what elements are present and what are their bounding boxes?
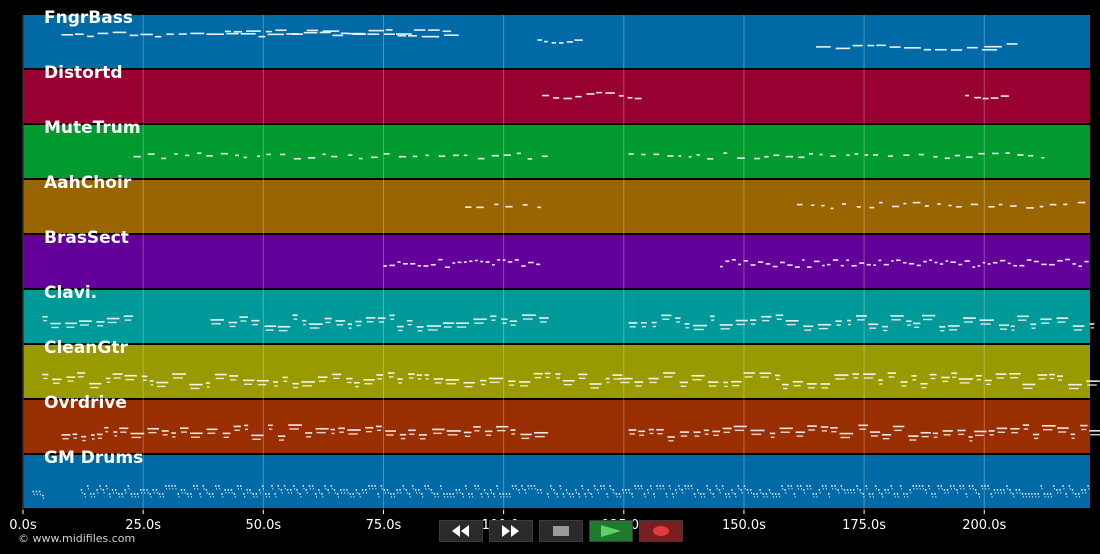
track-label: GM Drums (44, 448, 143, 468)
axis-tick-label: 200.0s (962, 518, 1006, 533)
axis-tick-label: 25.0s (125, 518, 161, 533)
track-label: MuteTrum (44, 118, 141, 138)
fast-forward-icon (502, 525, 519, 537)
track-lane (23, 400, 1090, 454)
piano-roll: FngrBass Distortd MuteTrum AahChoir BrasSect… (9, 8, 1100, 533)
track-lane (23, 345, 1090, 399)
play-icon (601, 525, 621, 537)
stop-button[interactable] (539, 520, 583, 542)
rewind-icon (452, 525, 469, 537)
track-lane (23, 15, 1090, 69)
axis-tick-label: 175.0s (842, 518, 886, 533)
copyright-text: © www.midifiles.com (18, 532, 136, 545)
track-label: AahChoir (44, 173, 132, 193)
track-lane (23, 290, 1090, 344)
track-lane (23, 70, 1090, 124)
record-button[interactable] (639, 520, 683, 542)
play-button[interactable] (589, 520, 633, 542)
track-label: BrasSect (44, 228, 129, 248)
axis-tick-label: 75.0s (366, 518, 402, 533)
transport-controls (439, 520, 683, 542)
track-lane (23, 235, 1090, 289)
rewind-button[interactable] (439, 520, 483, 542)
track-label: Ovrdrive (44, 393, 127, 413)
track-lane (23, 455, 1090, 509)
track-label: Clavi. (44, 283, 97, 303)
track-lane (23, 180, 1090, 234)
axis-tick-label: 50.0s (245, 518, 281, 533)
axis-tick-label: 150.0s (722, 518, 766, 533)
fast-forward-button[interactable] (489, 520, 533, 542)
record-icon (653, 526, 669, 536)
axis-tick-label: 0.0s (9, 518, 37, 533)
track-label: CleanGtr (44, 338, 128, 358)
track-label: Distortd (44, 63, 123, 83)
stop-icon (553, 526, 569, 536)
track-lanes (22, 15, 1090, 510)
track-label: FngrBass (44, 8, 133, 28)
track-lane (23, 125, 1090, 179)
